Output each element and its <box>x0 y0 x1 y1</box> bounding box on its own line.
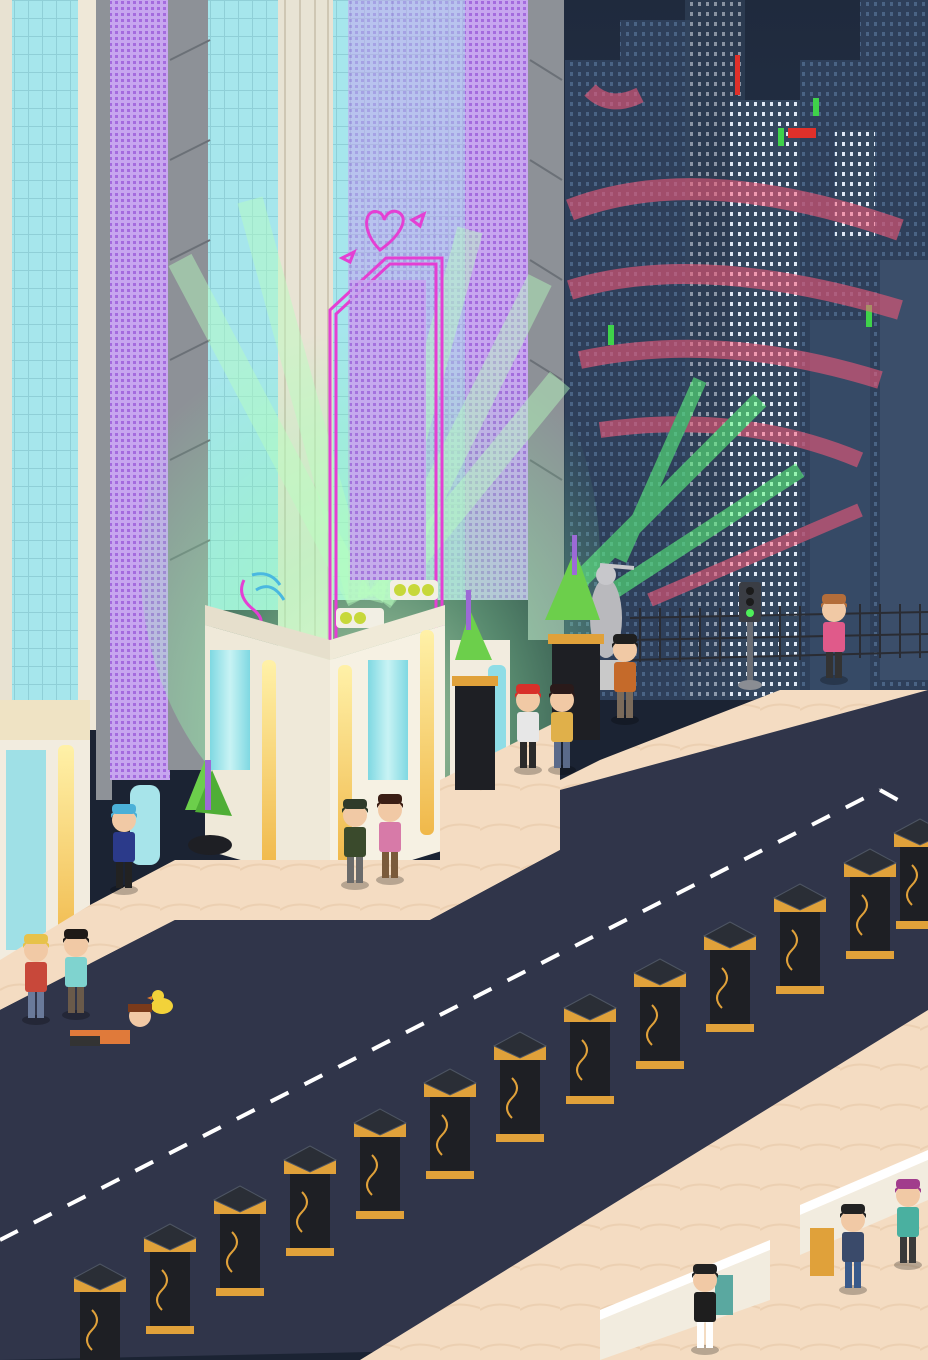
pillar-11 <box>772 883 828 994</box>
avatar-orange-jacket[interactable] <box>611 634 639 725</box>
pillar-6 <box>422 1068 478 1179</box>
pillar-3 <box>212 1185 268 1296</box>
pillar-12 <box>842 848 898 959</box>
neon-led-panel <box>350 280 426 580</box>
pillar-8 <box>562 993 618 1104</box>
pillar-4 <box>282 1145 338 1256</box>
left-tower <box>0 0 112 970</box>
scene-canvas <box>0 0 928 1360</box>
pillar-2 <box>142 1223 198 1334</box>
pillar-1 <box>72 1263 128 1360</box>
red-sign-icon <box>735 55 740 95</box>
pillar-9 <box>632 958 688 1069</box>
avatar-blue-hair[interactable] <box>110 804 138 895</box>
pillar-7 <box>492 1031 548 1142</box>
pillar-5 <box>352 1108 408 1219</box>
billboard-icon <box>788 128 816 138</box>
pillar-10 <box>702 921 758 1032</box>
game-scene[interactable] <box>0 0 928 1360</box>
